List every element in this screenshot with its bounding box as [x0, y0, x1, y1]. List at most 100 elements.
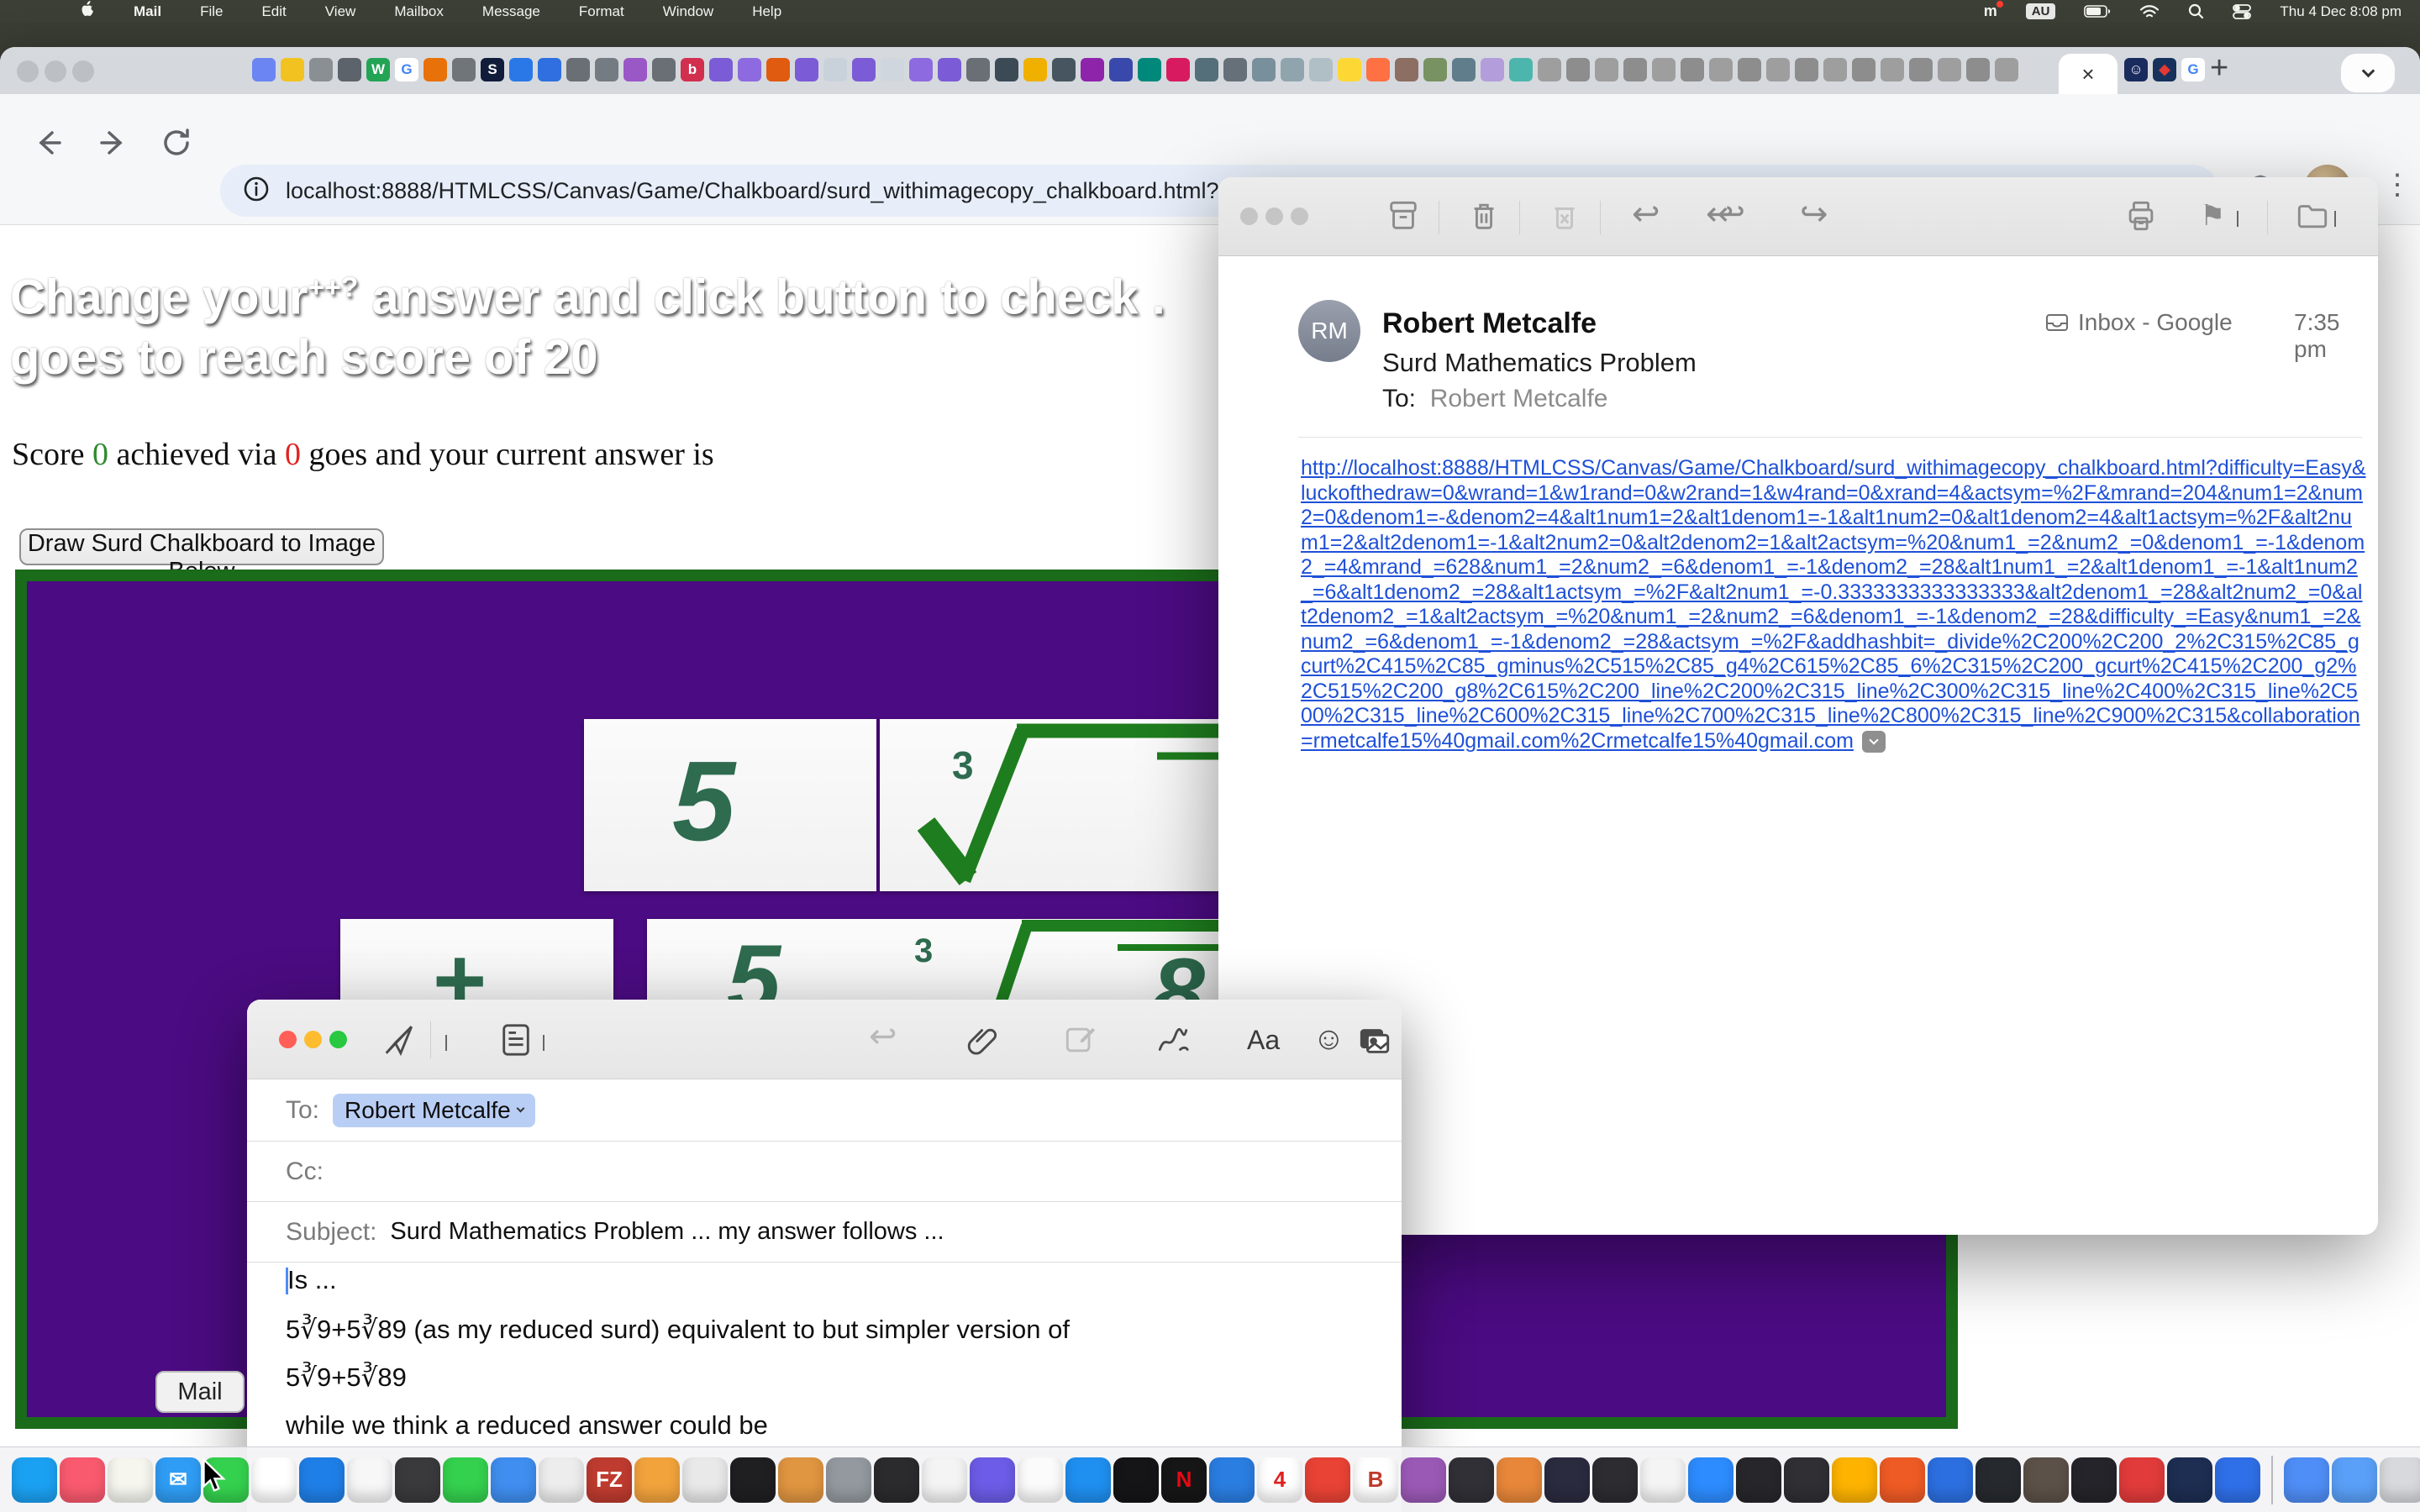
tab-favicon[interactable]: [709, 58, 733, 81]
photo-browser-button[interactable]: [1358, 1023, 1392, 1061]
tab-favicon[interactable]: [1023, 58, 1047, 81]
dock-icon-notes[interactable]: [108, 1457, 153, 1503]
control-center-icon[interactable]: [2233, 4, 2251, 19]
window-close-button[interactable]: [17, 60, 39, 82]
dock-icon-vlc[interactable]: [1497, 1457, 1542, 1503]
tab-favicon[interactable]: [766, 58, 790, 81]
tab-favicon[interactable]: [566, 58, 590, 81]
archive-button[interactable]: [1386, 199, 1420, 237]
send-options-chevron[interactable]: [445, 1035, 447, 1050]
header-fields-button[interactable]: [499, 1023, 533, 1061]
tab-favicon[interactable]: [1366, 58, 1390, 81]
compose-subject-row[interactable]: Subject: Surd Mathematics Problem ... my…: [247, 1202, 1402, 1263]
tab-favicon[interactable]: [1909, 58, 1933, 81]
active-tab[interactable]: ×: [2059, 54, 2118, 94]
tab-favicon[interactable]: [795, 58, 818, 81]
junk-button[interactable]: [1548, 199, 1581, 237]
dock-icon-gimp[interactable]: [2023, 1457, 2069, 1503]
dock-icon-sketch[interactable]: [1832, 1457, 1877, 1503]
tab-favicon[interactable]: [1795, 58, 1818, 81]
forward-button[interactable]: ↪: [1800, 197, 1828, 231]
search-icon[interactable]: [2188, 3, 2204, 19]
dock-icon-music[interactable]: [60, 1457, 105, 1503]
tab-favicon[interactable]: [595, 58, 618, 81]
tab-favicon[interactable]: [738, 58, 761, 81]
tab-favicon[interactable]: ☺: [2124, 58, 2148, 81]
dock-icon-maps[interactable]: [491, 1457, 536, 1503]
folder-chevron-icon[interactable]: [2334, 211, 2336, 226]
dock-icon-vscode[interactable]: [1928, 1457, 1973, 1503]
tab-favicon[interactable]: [1538, 58, 1561, 81]
move-to-folder-button[interactable]: [2296, 199, 2329, 237]
dock-icon-calendar-dec4[interactable]: 4: [1257, 1457, 1302, 1503]
dock-icon-trash[interactable]: [2380, 1457, 2420, 1503]
flag-chevron-icon[interactable]: [2237, 211, 2238, 226]
menu-item-window[interactable]: Window: [663, 3, 713, 20]
dock-icon-docker[interactable]: [1975, 1457, 2021, 1503]
tab-favicon[interactable]: [1652, 58, 1676, 81]
dock-icon-slack[interactable]: [1640, 1457, 1686, 1503]
dock-icon-safari[interactable]: [1065, 1457, 1111, 1503]
dock-icon-unity[interactable]: [1784, 1457, 1829, 1503]
battery-icon[interactable]: [2084, 5, 2111, 18]
tab-favicon[interactable]: [1138, 58, 1161, 81]
tab-favicon[interactable]: [966, 58, 990, 81]
dock-icon-photos[interactable]: [347, 1457, 392, 1503]
tab-favicon[interactable]: [424, 58, 447, 81]
tab-favicon[interactable]: S: [481, 58, 504, 81]
attach-file-button[interactable]: [966, 1023, 1000, 1061]
tab-favicon[interactable]: [1252, 58, 1276, 81]
tab-favicon[interactable]: [1623, 58, 1647, 81]
compose-cc-row[interactable]: Cc:: [247, 1142, 1402, 1202]
compose-to-row[interactable]: To: Robert Metcalfe: [247, 1079, 1402, 1142]
tab-favicon[interactable]: [823, 58, 847, 81]
dock-icon-mail[interactable]: ✉: [155, 1457, 201, 1503]
tab-favicon[interactable]: G: [2181, 58, 2205, 81]
dock-icon-photoshop[interactable]: [2167, 1457, 2212, 1503]
tab-favicon[interactable]: [1452, 58, 1476, 81]
tab-favicon[interactable]: W: [366, 58, 390, 81]
dock-icon-firefox[interactable]: [1544, 1457, 1590, 1503]
shared-game-link[interactable]: http://localhost:8888/HTMLCSS/Canvas/Gam…: [1301, 456, 2366, 753]
apple-menu-icon[interactable]: [81, 1, 95, 22]
window-minimize-button[interactable]: [304, 1031, 322, 1048]
dock-icon-preview[interactable]: [1018, 1457, 1063, 1503]
tab-favicon[interactable]: [1995, 58, 2018, 81]
menu-item-help[interactable]: Help: [752, 3, 781, 20]
dock-icon-jetbrains[interactable]: [970, 1457, 1015, 1503]
window-zoom-button[interactable]: [1291, 207, 1308, 225]
reply-button[interactable]: ↩: [1632, 197, 1660, 231]
dock-icon-zoom[interactable]: [1688, 1457, 1733, 1503]
tab-favicon[interactable]: [1881, 58, 1904, 81]
tab-favicon[interactable]: [1709, 58, 1733, 81]
dock-icon-calculator[interactable]: [682, 1457, 728, 1503]
dock-icon-settings[interactable]: [826, 1457, 871, 1503]
sender-name[interactable]: Robert Metcalfe: [1382, 307, 1597, 340]
tab-search-button[interactable]: [2341, 54, 2395, 92]
tab-favicon[interactable]: [1281, 58, 1304, 81]
recipient-token[interactable]: Robert Metcalfe: [333, 1094, 535, 1127]
window-minimize-button[interactable]: [1265, 207, 1283, 225]
compose-body-line[interactable]: 5∛9+5∛89: [286, 1364, 1361, 1390]
dock-icon-postman[interactable]: [1880, 1457, 1925, 1503]
reply-all-button[interactable]: ↩↩: [1706, 197, 1728, 231]
tab-favicon[interactable]: [1223, 58, 1247, 81]
tab-favicon[interactable]: [623, 58, 647, 81]
wifi-icon[interactable]: [2139, 4, 2160, 19]
send-button[interactable]: [381, 1023, 415, 1061]
scribble-button[interactable]: [1156, 1023, 1190, 1061]
dock-icon-downloads-folder[interactable]: [2284, 1457, 2329, 1503]
dock-icon-bear[interactable]: B: [1353, 1457, 1398, 1503]
dock-icon-figma[interactable]: [1592, 1457, 1638, 1503]
dock-icon-pages[interactable]: [634, 1457, 680, 1503]
tab-favicon[interactable]: [652, 58, 676, 81]
menu-item-view[interactable]: View: [325, 3, 356, 20]
tab-favicon[interactable]: [995, 58, 1018, 81]
menu-item-format[interactable]: Format: [579, 3, 624, 20]
window-zoom-button[interactable]: [329, 1031, 347, 1048]
dock-icon-devtools[interactable]: [1449, 1457, 1494, 1503]
reload-button[interactable]: [158, 124, 195, 165]
menu-bar-clock[interactable]: Thu 4 Dec 8:08 pm: [2280, 3, 2402, 20]
tab-favicon[interactable]: [1566, 58, 1590, 81]
tab-favicon[interactable]: [452, 58, 476, 81]
